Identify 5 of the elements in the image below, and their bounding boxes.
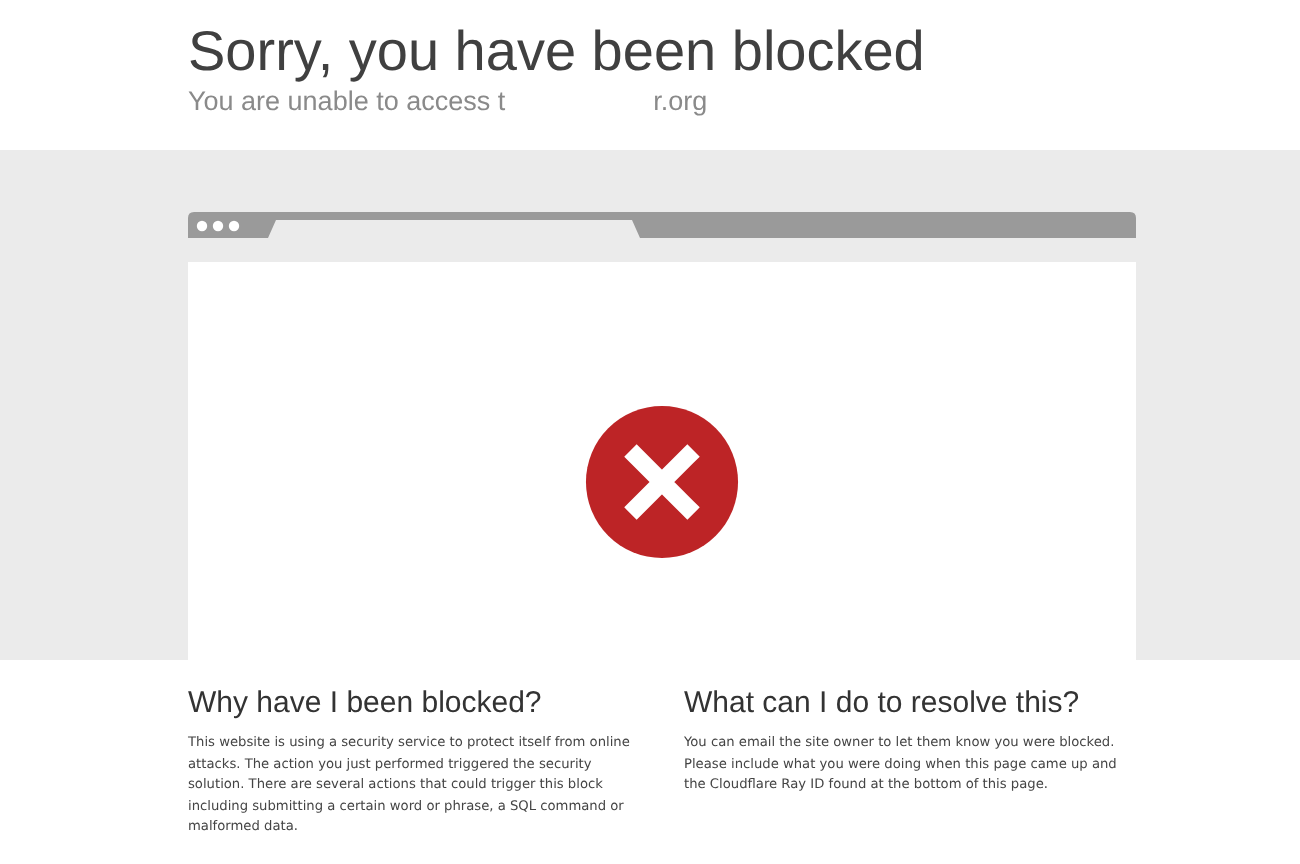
subtitle-text: r.org xyxy=(653,86,708,116)
subtitle-text: You are unable to access t xyxy=(188,86,506,116)
page-title: Sorry, you have been blocked xyxy=(188,18,927,86)
section-heading: Why have I been blocked? xyxy=(188,686,544,720)
section-heading: What can I do to resolve this? xyxy=(684,686,1082,720)
